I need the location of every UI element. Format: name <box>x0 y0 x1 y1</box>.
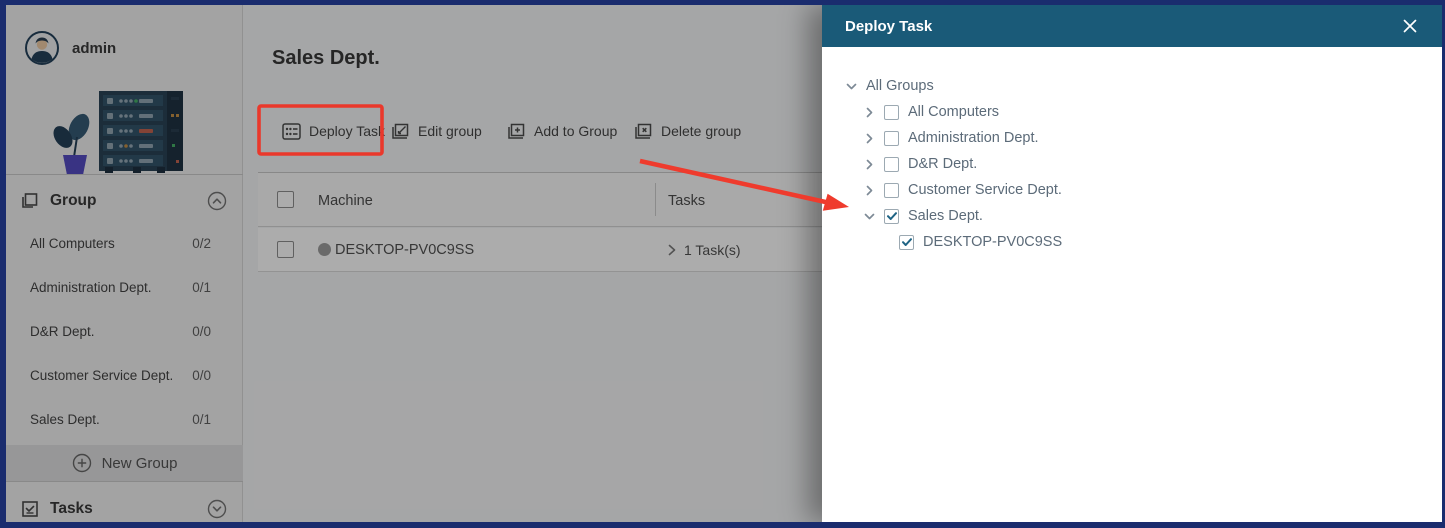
chevron-down-icon[interactable] <box>845 80 858 93</box>
dialog-header: Deploy Task <box>822 5 1442 47</box>
tree-item-all-computers[interactable]: All Computers <box>822 99 1442 125</box>
checkbox-checked[interactable] <box>899 234 914 250</box>
group-tree: All Groups All Computers Administration … <box>822 47 1442 255</box>
tree-item-all-groups[interactable]: All Groups <box>822 73 1442 99</box>
close-button[interactable] <box>1398 14 1422 38</box>
check-icon <box>901 238 912 246</box>
checkbox-unchecked[interactable] <box>884 156 899 172</box>
tree-item-label: All Computers <box>908 104 1000 120</box>
tree-item-desktop-pv0c9ss[interactable]: DESKTOP-PV0C9SS <box>822 229 1442 255</box>
deploy-task-dialog: Deploy Task All Groups All Computers Adm… <box>822 5 1442 522</box>
chevron-right-icon[interactable] <box>863 106 876 119</box>
tree-item-label: Sales Dept. <box>908 208 983 224</box>
tree-item-label: Administration Dept. <box>908 130 1039 146</box>
tree-item-dr-dept[interactable]: D&R Dept. <box>822 151 1442 177</box>
close-icon <box>1403 19 1417 33</box>
chevron-right-icon[interactable] <box>863 132 876 145</box>
chevron-right-icon[interactable] <box>863 158 876 171</box>
checkbox-unchecked[interactable] <box>884 182 899 198</box>
tree-item-label: All Groups <box>866 78 934 94</box>
checkbox-checked[interactable] <box>884 208 899 224</box>
chevron-right-icon[interactable] <box>863 184 876 197</box>
tree-item-label: D&R Dept. <box>908 156 978 172</box>
chevron-down-icon[interactable] <box>863 210 876 223</box>
dialog-title: Deploy Task <box>845 17 933 35</box>
check-icon <box>886 212 897 220</box>
checkbox-unchecked[interactable] <box>884 130 899 146</box>
tree-item-label: DESKTOP-PV0C9SS <box>923 234 1063 250</box>
app-content: admin Group All Computers 0/2 Administra… <box>6 5 1442 522</box>
checkbox-unchecked[interactable] <box>884 104 899 120</box>
tree-item-administration-dept[interactable]: Administration Dept. <box>822 125 1442 151</box>
app-window: admin Group All Computers 0/2 Administra… <box>0 0 1445 528</box>
tree-item-customer-service-dept[interactable]: Customer Service Dept. <box>822 177 1442 203</box>
tree-item-label: Customer Service Dept. <box>908 182 1062 198</box>
tree-item-sales-dept[interactable]: Sales Dept. <box>822 203 1442 229</box>
